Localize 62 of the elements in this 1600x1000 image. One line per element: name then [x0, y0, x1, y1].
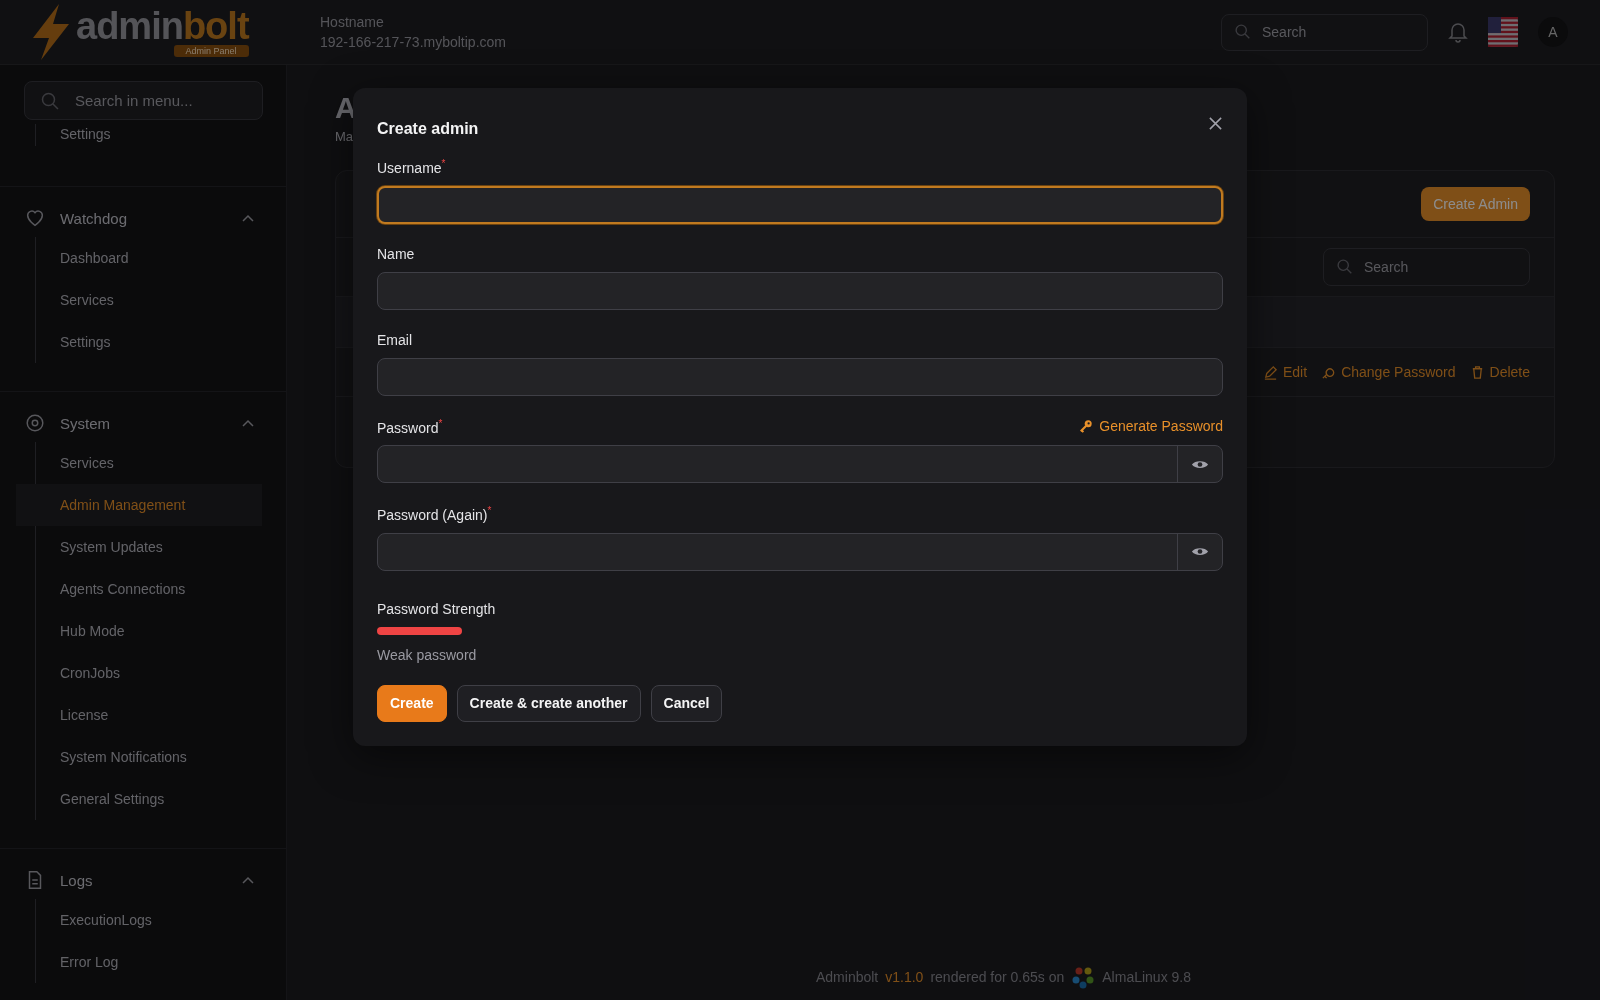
- sidebar-item[interactable]: System Notifications: [36, 736, 262, 778]
- password-input[interactable]: [377, 532, 1223, 571]
- hostname: 192-166-217-73.myboltip.com: [320, 34, 506, 50]
- dialog-title: Create admin: [377, 120, 479, 138]
- notification-bell-icon[interactable]: [1448, 21, 1468, 43]
- text-input[interactable]: [377, 185, 1223, 224]
- create-button[interactable]: Create: [377, 684, 447, 722]
- sidebar-item[interactable]: General Settings: [36, 778, 262, 820]
- strength-label: Password Strength: [377, 600, 496, 617]
- sidebar-item[interactable]: Settings: [36, 124, 262, 146]
- close-icon[interactable]: [1208, 115, 1223, 131]
- user-avatar[interactable]: A: [1538, 17, 1568, 47]
- chevron-icon[interactable]: [242, 214, 254, 222]
- hostname-label: Hostname: [320, 14, 385, 30]
- sidebar-item[interactable]: System Updates: [36, 526, 262, 568]
- footer-brand: Adminbolt: [816, 969, 879, 985]
- sidebar-item[interactable]: Settings: [36, 321, 262, 363]
- heart-icon: [24, 207, 46, 229]
- secondary-button[interactable]: Cancel: [650, 684, 723, 722]
- sidebar-item[interactable]: Agents Connections: [36, 568, 262, 610]
- sidebar-item[interactable]: Error Log: [36, 941, 262, 983]
- sidebar-item[interactable]: CronJobs: [36, 652, 262, 694]
- sidebar-item[interactable]: ExecutionLogs: [36, 899, 262, 941]
- logo-wordmark: adminbolt: [76, 7, 249, 45]
- search-field[interactable]: Search: [1221, 13, 1428, 51]
- group-title[interactable]: Watchdog: [60, 209, 228, 227]
- flag-icon[interactable]: [1488, 17, 1518, 47]
- group-title[interactable]: System: [60, 414, 228, 432]
- page-subtitle: Ma: [335, 129, 354, 144]
- sidebar-item[interactable]: Admin Management: [16, 484, 262, 526]
- pencil-icon: [1263, 364, 1278, 380]
- sidebar-item[interactable]: Dashboard: [36, 237, 262, 279]
- menu-search-field[interactable]: Search in menu...: [24, 81, 263, 120]
- sidebar-item[interactable]: Services: [36, 442, 262, 484]
- text-input[interactable]: [377, 271, 1223, 310]
- os-name: AlmaLinux 9.8: [1102, 969, 1191, 985]
- chevron-icon[interactable]: [242, 876, 254, 884]
- field-label: Password (Again)$^{*}$: [377, 505, 492, 523]
- table-search-field[interactable]: Search: [1323, 248, 1530, 286]
- password-input[interactable]: [377, 445, 1223, 484]
- render-time-text: rendered for 0.65s on: [930, 969, 1065, 985]
- logo-badge: Admin Panel: [173, 45, 249, 57]
- row-action-link[interactable]: Change Password: [1321, 364, 1456, 380]
- sidebar-item[interactable]: Hub Mode: [36, 610, 262, 652]
- row-action-link[interactable]: Edit: [1263, 364, 1308, 380]
- lightning-bolt-icon: [30, 4, 72, 60]
- text-input[interactable]: [377, 357, 1223, 396]
- field-label: Email: [377, 331, 412, 348]
- strength-reading: Weak password: [377, 646, 477, 663]
- flower-logo-icon: [1071, 965, 1096, 989]
- secondary-button[interactable]: Create & create another: [456, 684, 641, 722]
- group-title[interactable]: Logs: [60, 871, 228, 889]
- sidebar-item[interactable]: License: [36, 694, 262, 736]
- version-link[interactable]: v1.1.0: [885, 969, 924, 985]
- generate-password-link[interactable]: Generate Password: [1079, 418, 1223, 435]
- field-label: Password$^{*}$: [377, 417, 443, 436]
- chevron-icon[interactable]: [242, 419, 254, 427]
- field-label: Name: [377, 245, 415, 262]
- field-label: Username$^{*}$: [377, 158, 446, 176]
- sidebar-item[interactable]: Services: [36, 279, 262, 321]
- create-admin-button[interactable]: Create Admin: [1421, 187, 1530, 221]
- row-action-link[interactable]: Delete: [1469, 364, 1530, 380]
